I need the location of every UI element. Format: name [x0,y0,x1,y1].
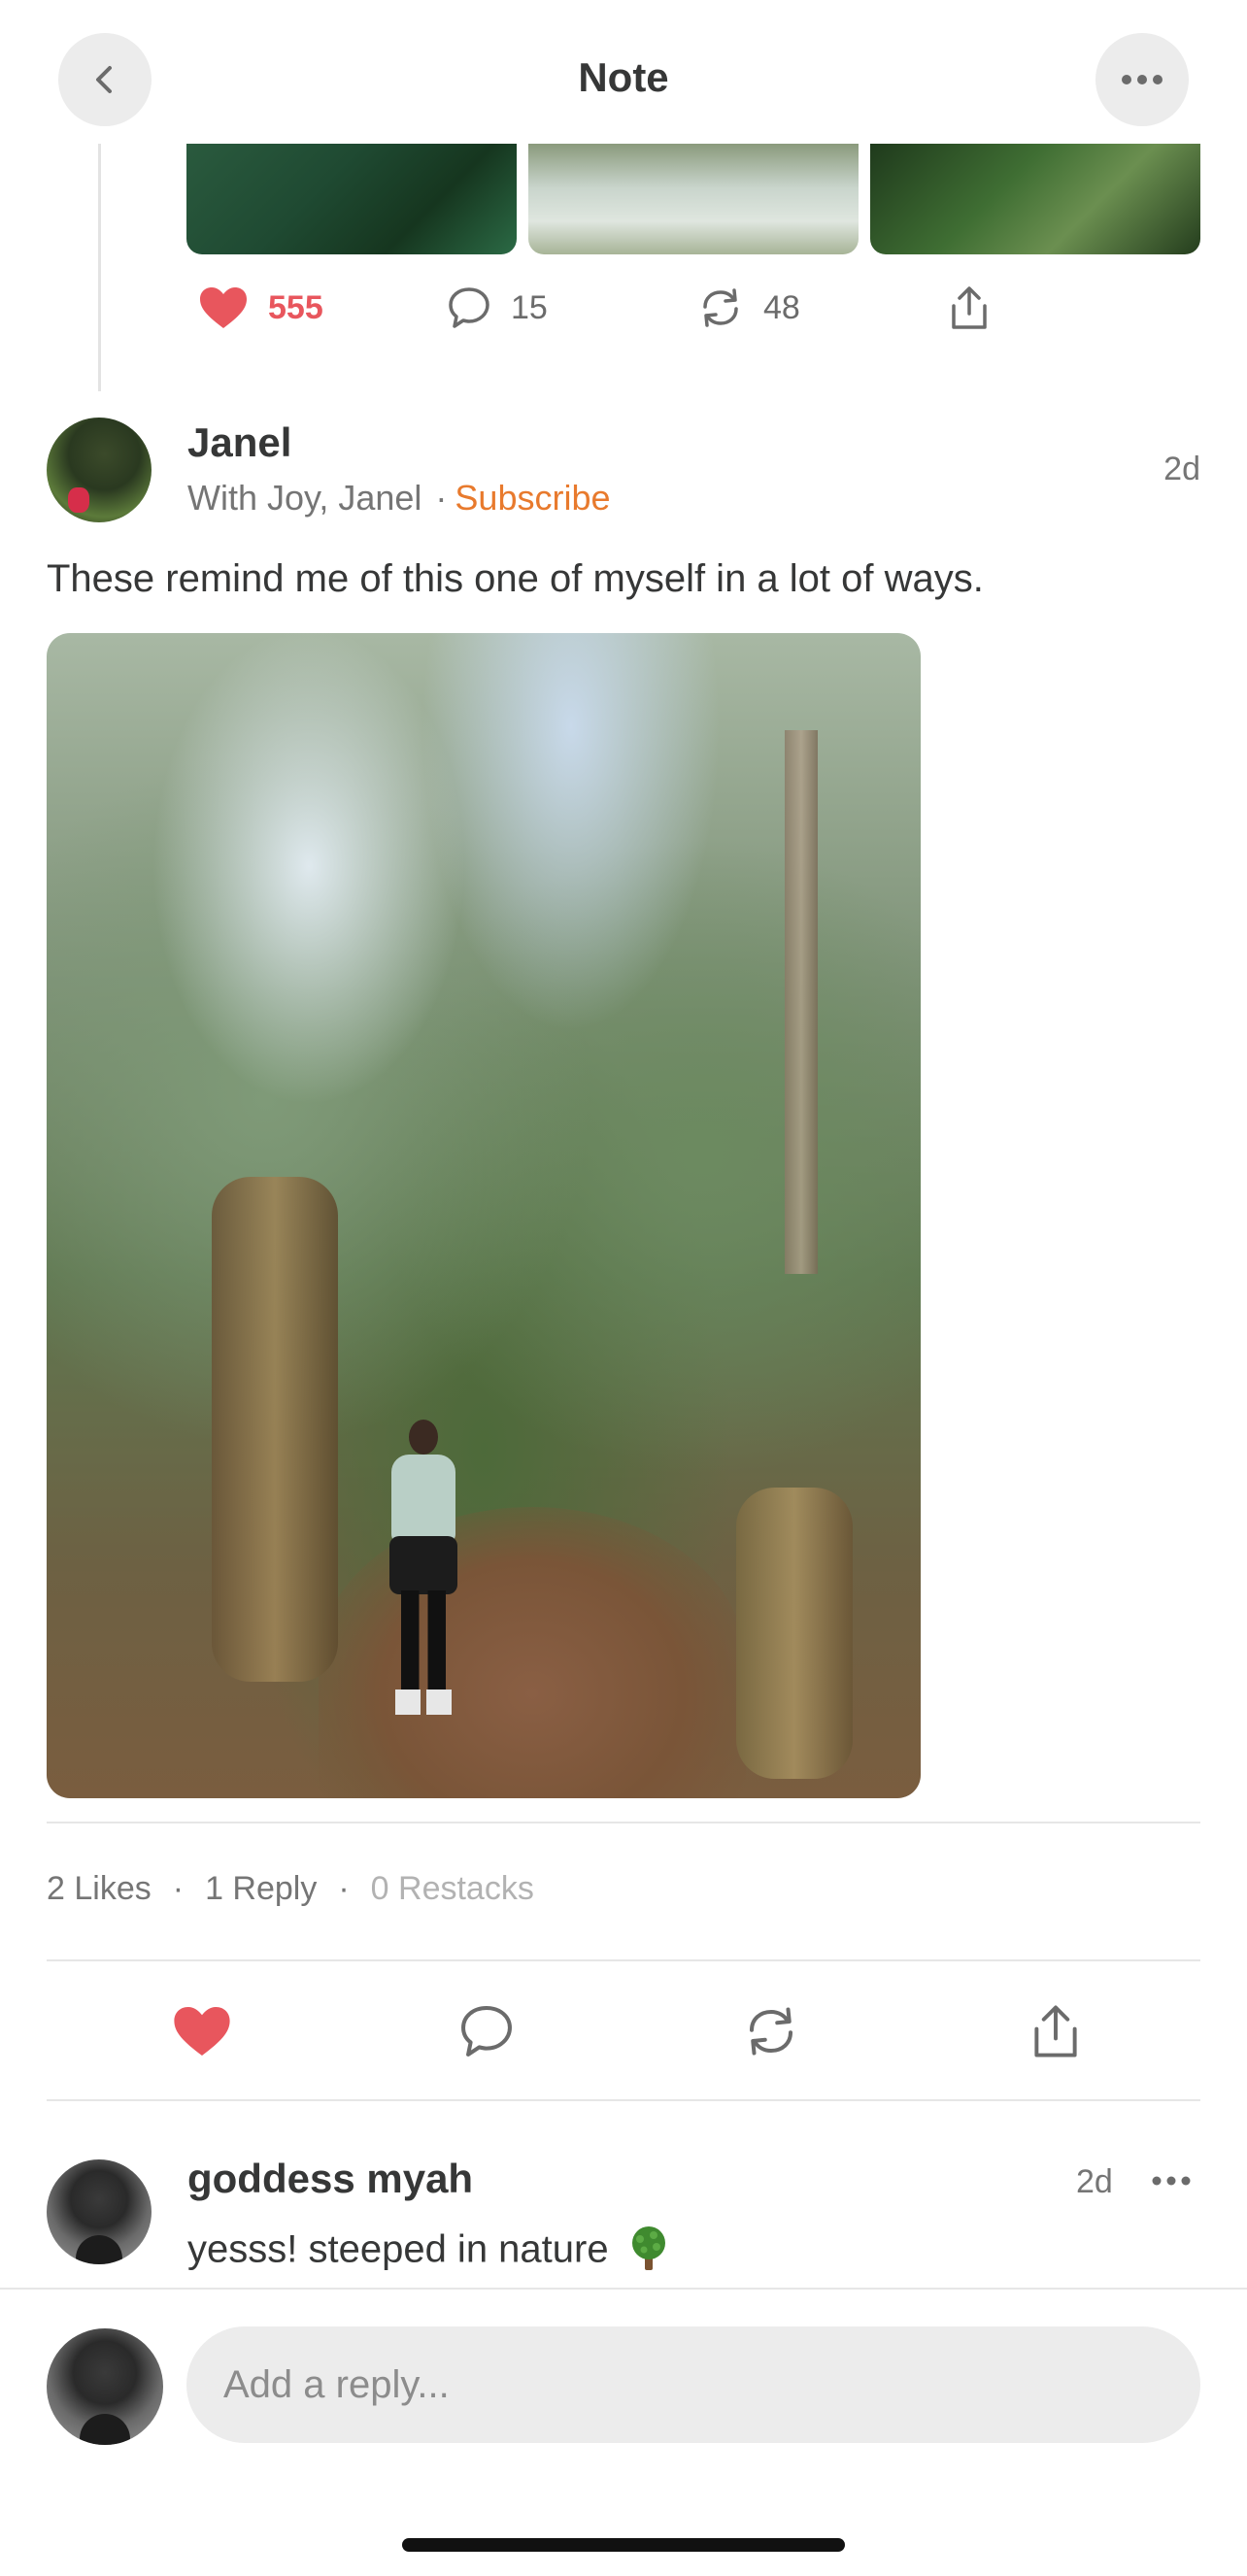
share-icon [1034,2005,1077,2057]
share-button[interactable] [1022,2000,1090,2062]
post-image[interactable] [47,633,921,1798]
reply-item: goddess myah 2d yesss! steeped in nature [47,2156,1200,2282]
image-person-torso [391,1455,455,1544]
restack-count: 48 [763,288,800,326]
avatar[interactable] [47,418,152,522]
ellipsis-icon [1152,2176,1191,2186]
heart-filled-icon [200,287,247,328]
image-person [382,1420,459,1730]
divider [47,1959,1200,1961]
current-user-avatar [47,2328,163,2445]
likes-stat[interactable]: 2 Likes [47,1870,152,1907]
like-count: 555 [268,288,323,326]
deciduous-tree-icon [624,2224,673,2272]
previous-note-actions: 555 15 48 [186,274,1061,342]
heart-filled-icon [174,2006,230,2057]
thread-line [98,144,101,391]
restack-button[interactable]: 48 [697,274,800,342]
divider [47,1822,1200,1823]
reply-timestamp: 2d [1076,2163,1113,2200]
home-indicator[interactable] [402,2538,845,2552]
restack-button[interactable] [737,2000,805,2062]
restack-icon [750,2007,792,2056]
previous-note-images [186,144,1200,254]
image-palm-trunk [212,1177,338,1682]
publication-name[interactable]: With Joy, Janel [187,478,421,518]
publication-line: With Joy, Janel · Subscribe [187,478,611,519]
image-thumbnail[interactable] [528,144,859,254]
like-button[interactable] [168,2000,236,2062]
comment-icon [449,287,489,328]
restacks-stat: 0 Restacks [370,1870,534,1907]
image-person-head [409,1420,438,1455]
post-actions [47,1991,1200,2068]
image-person-skirt [389,1536,457,1594]
reply-author-name[interactable]: goddess myah [187,2156,473,2202]
top-bar: Note [0,0,1247,144]
reply-composer [0,2288,1247,2576]
post-timestamp: 2d [1163,451,1200,487]
like-button[interactable]: 555 [198,274,323,342]
reply-button[interactable] [453,2000,521,2062]
post-body-text: These remind me of this one of myself in… [47,557,984,600]
share-button[interactable] [948,274,991,342]
divider [47,2099,1200,2101]
separator: · [338,1870,350,1907]
post-stats: 2 Likes · 1 Reply · 0 Restacks [47,1870,534,1908]
comment-icon [461,2006,512,2057]
separator: · [435,478,448,518]
comment-button[interactable]: 15 [447,274,548,342]
image-person-legs [401,1590,446,1693]
image-person-shoes [395,1689,452,1715]
avatar[interactable] [47,2159,152,2264]
image-tree-trunk [785,730,818,1274]
image-palm-trunk [736,1488,853,1779]
restack-icon [703,288,738,327]
more-options-button[interactable] [1095,33,1189,126]
reply-input[interactable] [186,2326,1200,2443]
reply-more-button[interactable] [1142,2161,1200,2200]
comment-count: 15 [511,288,548,326]
replies-stat[interactable]: 1 Reply [205,1870,317,1907]
reply-text: yesss! steeped in nature [187,2224,673,2276]
share-icon [952,286,987,329]
image-thumbnail[interactable] [186,144,517,254]
author-name[interactable]: Janel [187,419,291,466]
image-thumbnail[interactable] [870,144,1200,254]
reply-text-content: yesss! steeped in nature [187,2227,609,2271]
post-header: Janel With Joy, Janel · Subscribe 2d [47,418,1200,524]
separator: · [172,1870,185,1907]
page-title: Note [578,54,669,100]
subscribe-button[interactable]: Subscribe [455,478,610,518]
ellipsis-icon [1122,75,1163,84]
